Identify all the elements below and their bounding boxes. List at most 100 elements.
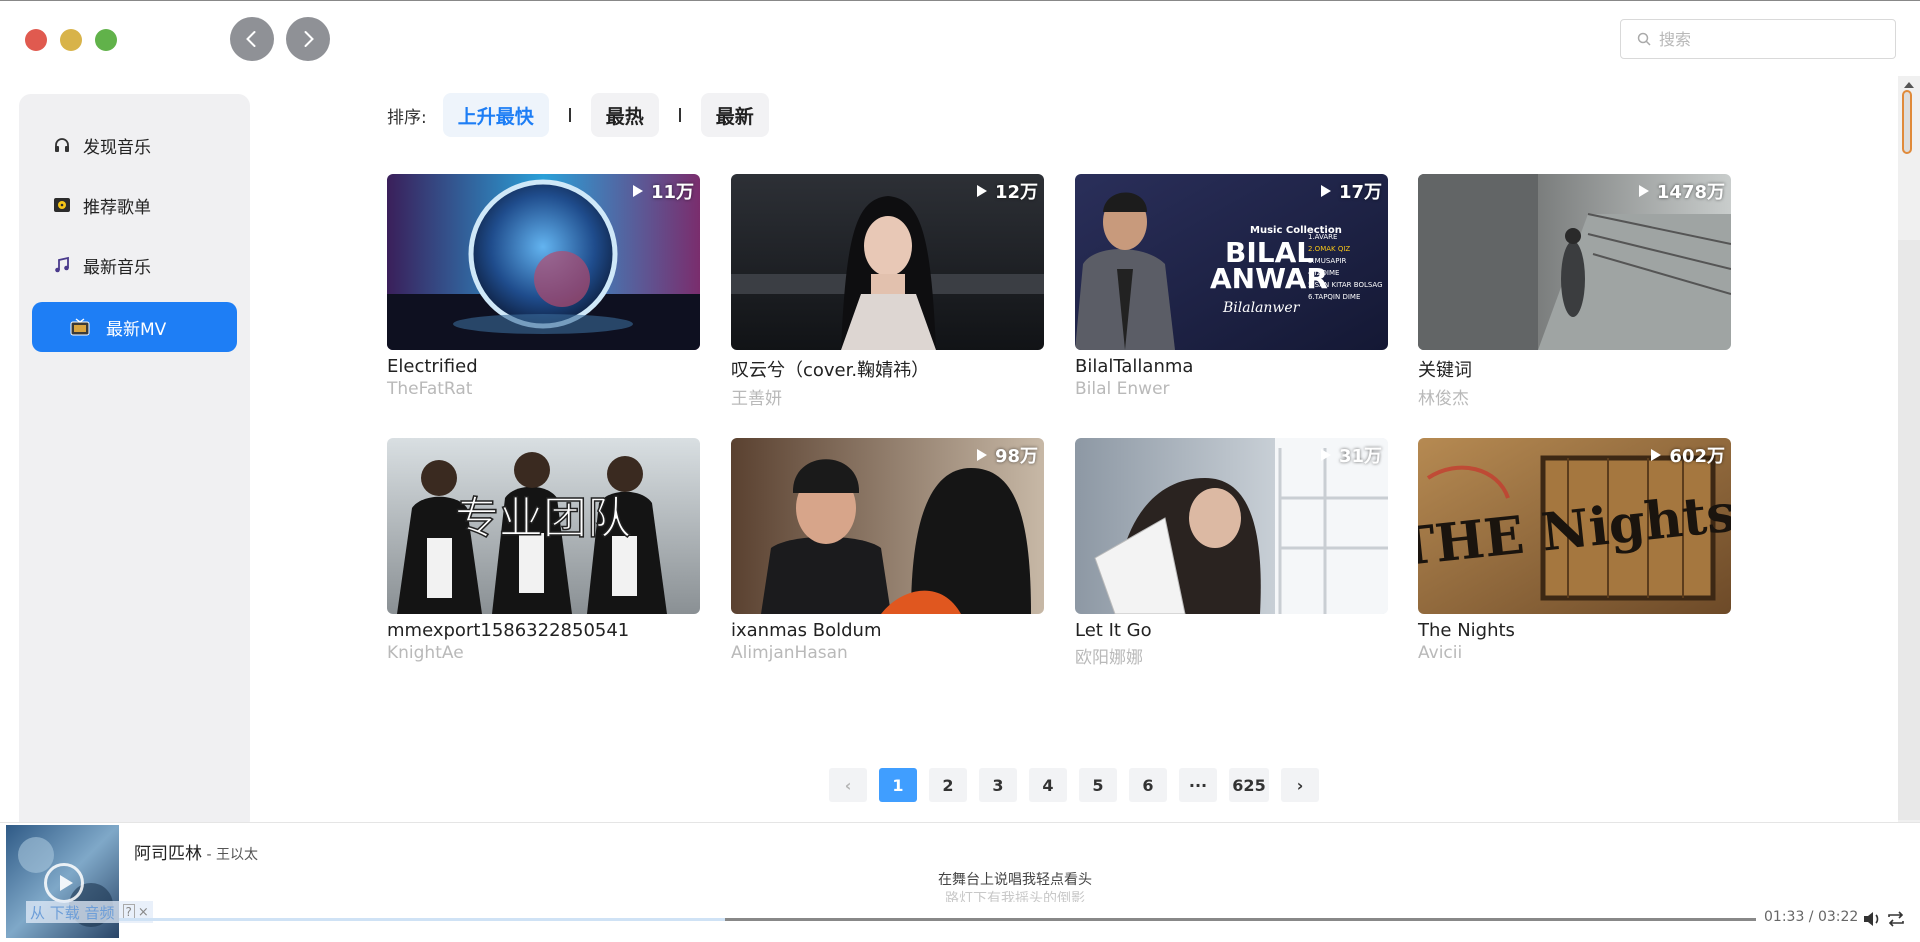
play-count: 1478万 (1638, 178, 1725, 204)
mv-card[interactable]: 11万 Electrified TheFatRat (387, 174, 700, 399)
sidebar-item-new-music[interactable]: 最新音乐 (32, 242, 237, 288)
sidebar-item-label: 最新MV (106, 319, 167, 340)
time-display: 01:33 / 03:22 (1764, 909, 1859, 925)
pagination-page-5[interactable]: 5 (1079, 768, 1117, 802)
progress-bar[interactable] (119, 918, 1756, 921)
pagination-page-4[interactable]: 4 (1029, 768, 1067, 802)
play-count: 11万 (632, 178, 694, 204)
sidebar-item-label: 推荐歌单 (83, 197, 151, 218)
mv-card[interactable]: THE Nights 602万 The Nights Avicii (1418, 438, 1731, 663)
search-box[interactable] (1620, 19, 1896, 59)
play-count: 31万 (1320, 442, 1382, 468)
playlist-icon (52, 195, 72, 215)
title-bar (0, 0, 1920, 80)
search-icon (1637, 32, 1651, 46)
forward-button[interactable] (286, 17, 330, 61)
mv-artist[interactable]: Avicii (1418, 643, 1731, 663)
mv-artist[interactable]: Bilal Enwer (1075, 379, 1388, 399)
bilal-name-text: ANWAR (1210, 262, 1328, 295)
mv-artist[interactable]: TheFatRat (387, 379, 700, 399)
mv-title[interactable]: 关键词 (1418, 356, 1731, 382)
scrollbar-thumb[interactable] (1902, 90, 1912, 154)
close-window-button[interactable] (25, 29, 47, 51)
play-count: 12万 (976, 178, 1038, 204)
pagination-ellipsis-button[interactable]: ··· (1179, 768, 1217, 802)
sort-divider (568, 108, 571, 122)
download-overlay-text[interactable]: 从 下载 音频 (30, 902, 115, 923)
mv-title[interactable]: The Nights (1418, 620, 1731, 641)
search-input[interactable] (1659, 29, 1879, 49)
progress-fill (119, 918, 725, 921)
now-playing: 阿司匹林 - 王以太 (134, 839, 258, 864)
mv-title[interactable]: BilalTallanma (1075, 356, 1388, 377)
mv-title[interactable]: 叹云兮（cover.鞠婧祎） (731, 356, 1044, 382)
sidebar-item-playlists[interactable]: 推荐歌单 (32, 182, 237, 228)
music-note-icon (52, 255, 72, 275)
mv-card[interactable]: 12万 叹云兮（cover.鞠婧祎） 王善妍 (731, 174, 1044, 409)
lyric-current: 在舞台上说唱我轻点看头 (938, 872, 1092, 888)
pagination-page-2[interactable]: 2 (929, 768, 967, 802)
minimize-window-button[interactable] (60, 29, 82, 51)
pagination-page-last[interactable]: 625 (1229, 768, 1269, 802)
pagination-prev-button[interactable]: ‹ (829, 768, 867, 802)
maximize-window-button[interactable] (95, 29, 117, 51)
mv-title[interactable]: mmexport1586322850541 (387, 620, 700, 641)
mv-artist[interactable]: 王善妍 (731, 384, 1044, 409)
sort-hottest-button[interactable]: 最热 (590, 93, 659, 137)
pagination: ‹ 1 2 3 4 5 6 ··· 625 › (829, 768, 1331, 802)
play-count: 17万 (1320, 178, 1382, 204)
play-count-icon (1651, 449, 1662, 461)
page-scrollbar[interactable] (1898, 76, 1920, 822)
back-button[interactable] (230, 17, 274, 61)
sidebar-item-discover[interactable]: 发现音乐 (32, 122, 237, 168)
bilal-track-text: 3.MUSAPIR (1308, 257, 1346, 265)
sort-newest-button[interactable]: 最新 (700, 93, 769, 137)
play-count-icon (976, 185, 987, 197)
song-artist: - 王以太 (202, 847, 258, 863)
mv-artist[interactable]: AlimjanHasan (731, 643, 1044, 663)
play-count-icon (1320, 449, 1331, 461)
song-title: 阿司匹林 (134, 844, 202, 864)
pagination-next-button[interactable]: › (1281, 768, 1319, 802)
tv-icon (70, 317, 90, 337)
mv-thumbnail[interactable]: 1478万 (1418, 174, 1731, 350)
mv-thumbnail[interactable]: THE Nights 602万 (1418, 438, 1731, 614)
mv-card[interactable]: 31万 Let It Go 欧阳娜娜 (1075, 438, 1388, 668)
scroll-up-arrow-icon[interactable] (1904, 82, 1914, 88)
mv-thumbnail[interactable]: Music Collection BILAL ANWAR Bilalanwer … (1075, 174, 1388, 350)
pagination-page-3[interactable]: 3 (979, 768, 1017, 802)
bilal-track-text: 6.TAPQIN DIME (1308, 293, 1360, 301)
volume-icon[interactable] (1862, 909, 1882, 929)
pagination-page-1[interactable]: 1 (879, 768, 917, 802)
play-count-icon (1638, 185, 1649, 197)
mv-artist[interactable]: KnightAe (387, 643, 700, 663)
mv-thumbnail[interactable]: 98万 (731, 438, 1044, 614)
mv-title[interactable]: ixanmas Boldum (731, 620, 1044, 641)
sort-label: 排序: (387, 107, 427, 128)
mv-thumbnail[interactable]: 11万 (387, 174, 700, 350)
sidebar-item-new-mv[interactable]: 最新MV (32, 302, 237, 352)
mv-thumbnail[interactable]: 31万 (1075, 438, 1388, 614)
mv-card[interactable]: 专业团队 mmexport1586322850541 KnightAe (387, 438, 700, 663)
play-count-icon (632, 185, 643, 197)
mv-thumbnail[interactable]: 12万 (731, 174, 1044, 350)
mv-card[interactable]: Music Collection BILAL ANWAR Bilalanwer … (1075, 174, 1388, 399)
mv-title[interactable]: Electrified (387, 356, 700, 377)
mv-artist[interactable]: 欧阳娜娜 (1075, 643, 1388, 668)
play-count: 98万 (976, 442, 1038, 468)
repeat-icon[interactable] (1886, 909, 1906, 929)
mv-thumbnail[interactable]: 专业团队 (387, 438, 700, 614)
mv-artist[interactable]: 林俊杰 (1418, 384, 1731, 409)
sort-bar: 排序: 上升最快 最热 最新 (387, 93, 769, 137)
mv-card[interactable]: 1478万 关键词 林俊杰 (1418, 174, 1731, 409)
mv-title[interactable]: Let It Go (1075, 620, 1388, 641)
pagination-page-6[interactable]: 6 (1129, 768, 1167, 802)
sidebar: 发现音乐 推荐歌单 最新音乐 最新MV (19, 94, 250, 832)
scrollbar-track[interactable] (1898, 240, 1920, 820)
bilal-track-text: 5.SAN KITAR BOLSAG (1308, 281, 1383, 289)
sort-rising-button[interactable]: 上升最快 (442, 93, 549, 137)
bilal-track-text: 2.OMAK QIZ (1308, 245, 1350, 253)
mv-card[interactable]: 98万 ixanmas Boldum AlimjanHasan (731, 438, 1044, 663)
lyric-next: 路灯下有我摇头的倒影 (945, 891, 1085, 902)
bilal-track-text: 1.AVARE (1308, 233, 1337, 241)
